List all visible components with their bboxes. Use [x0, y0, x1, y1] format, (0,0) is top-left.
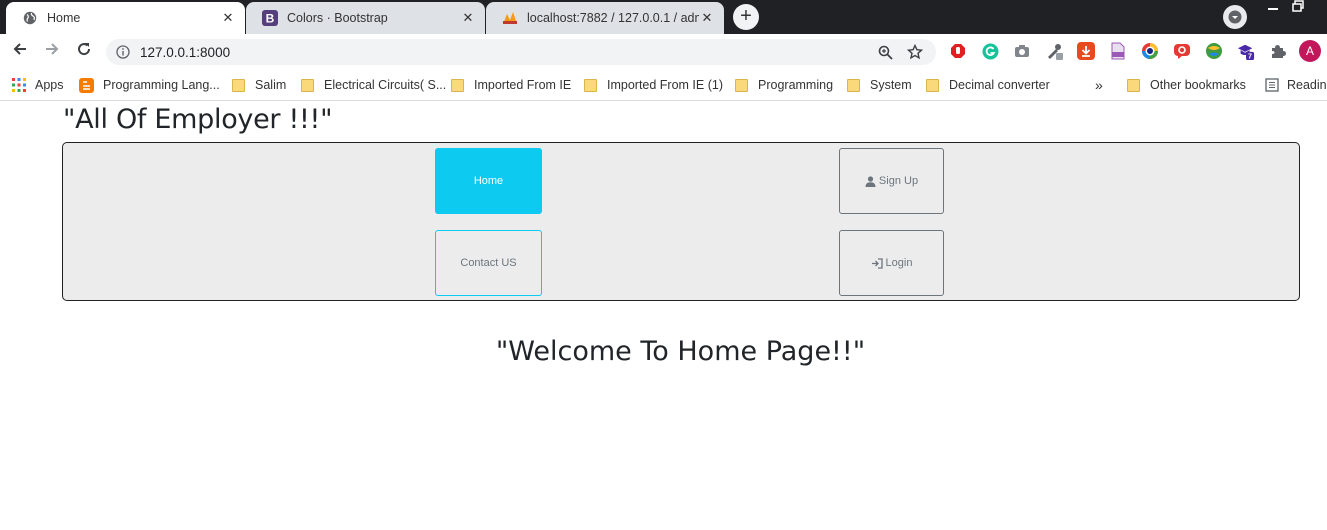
grammarly-icon[interactable]: [981, 42, 999, 60]
apps-grid-icon: [12, 78, 26, 92]
sign-up-button-label: Sign Up: [878, 175, 919, 187]
folder-icon: [232, 78, 245, 92]
close-icon[interactable]: ✕: [220, 10, 236, 26]
profile-avatar[interactable]: A: [1299, 40, 1321, 62]
close-icon[interactable]: ✕: [460, 10, 476, 26]
bookmark-programming-lang[interactable]: Programming Lang...: [79, 77, 220, 93]
url-text[interactable]: 127.0.0.1:8000: [140, 45, 876, 60]
svg-text:B: B: [266, 12, 275, 26]
folder-icon: [847, 78, 860, 92]
color-picker-icon[interactable]: [1141, 42, 1159, 60]
bookmark-label: Imported From IE: [474, 78, 572, 92]
page-title: "All Of Employer !!!": [63, 104, 333, 135]
tab-bootstrap[interactable]: B Colors · Bootstrap ✕: [246, 2, 485, 34]
bookmarks-bar: Apps Programming Lang... Salim Electrica…: [0, 70, 1327, 101]
welcome-heading: "Welcome To Home Page!!": [495, 336, 866, 367]
home-button-label: Home: [473, 175, 504, 187]
arrow-right-icon: [46, 43, 59, 55]
extension-badge: 7: [1248, 52, 1252, 61]
navigation-panel: Home Contact US Sign Up Login: [62, 142, 1300, 301]
blogger-icon: [79, 77, 94, 93]
back-button[interactable]: [8, 40, 32, 64]
download-icon[interactable]: [1077, 42, 1095, 60]
reading-list-button[interactable]: Reading: [1265, 77, 1327, 93]
bookmark-label: Decimal converter: [949, 78, 1050, 92]
star-icon[interactable]: [906, 43, 924, 61]
puzzle-icon[interactable]: [1269, 42, 1287, 60]
bookmark-imported-ie[interactable]: Imported From IE: [451, 77, 571, 93]
address-bar[interactable]: 127.0.0.1:8000: [106, 39, 936, 65]
bookmark-label: Imported From IE (1): [607, 78, 723, 92]
folder-icon: [584, 78, 597, 92]
reload-icon: [78, 43, 91, 56]
globe-extension-icon[interactable]: [1205, 42, 1223, 60]
folder-icon: [451, 78, 464, 92]
login-button-label: Login: [885, 257, 913, 269]
restore-icon: [1292, 0, 1304, 12]
minimize-button[interactable]: [1260, 0, 1286, 18]
eyedropper-icon[interactable]: [1045, 42, 1063, 60]
log-in-icon: [871, 257, 883, 269]
contact-us-button[interactable]: Contact US: [435, 230, 542, 296]
tab-title: Colors · Bootstrap: [287, 11, 388, 25]
bookmark-label: Programming: [758, 78, 834, 92]
bookmark-label: Reading: [1287, 78, 1327, 92]
bookmark-decimal-converter[interactable]: Decimal converter: [926, 77, 1050, 93]
minimize-icon: [1268, 8, 1278, 10]
folder-icon: [1127, 78, 1140, 92]
bookmark-label: System: [870, 78, 912, 92]
home-button[interactable]: Home: [435, 148, 542, 214]
folder-icon: [735, 78, 748, 92]
tab-search-button[interactable]: [1223, 5, 1247, 29]
bookmark-label: Programming Lang...: [103, 78, 220, 92]
new-tab-button[interactable]: +: [733, 4, 759, 30]
maximize-button[interactable]: [1285, 0, 1311, 18]
bookmark-label: Electrical Circuits( S...: [324, 78, 447, 92]
bootstrap-icon: B: [262, 10, 278, 26]
graduation-icon[interactable]: 7: [1237, 42, 1255, 61]
browser-tab-strip: Home ✕ B Colors · Bootstrap ✕ localhost:…: [0, 0, 1327, 34]
tab-phpmyadmin[interactable]: localhost:7882 / 127.0.0.1 / admi ✕: [486, 2, 724, 34]
chevron-down-icon: [1228, 10, 1242, 24]
reading-list-icon: [1265, 78, 1279, 92]
sign-up-button[interactable]: Sign Up: [839, 148, 944, 214]
browser-toolbar: 127.0.0.1:8000 7 A: [0, 34, 1327, 70]
chat-icon[interactable]: [1173, 42, 1191, 60]
bookmark-label: Salim: [255, 78, 287, 92]
bookmarks-overflow-button[interactable]: »: [1095, 77, 1103, 93]
bookmark-apps[interactable]: Apps: [12, 77, 64, 93]
close-icon[interactable]: ✕: [699, 10, 715, 26]
bookmark-imported-ie-1[interactable]: Imported From IE (1): [584, 77, 723, 93]
forward-button[interactable]: [40, 40, 64, 64]
tab-title: Home: [47, 11, 81, 25]
folder-icon: [926, 78, 939, 92]
folder-icon: [301, 78, 314, 92]
bookmark-other[interactable]: Other bookmarks: [1127, 77, 1246, 93]
login-button[interactable]: Login: [839, 230, 944, 296]
bookmark-electrical-circuits[interactable]: Electrical Circuits( S...: [301, 77, 446, 93]
zoom-icon[interactable]: [876, 43, 894, 61]
phpmyadmin-icon: [502, 10, 518, 26]
pdf-icon[interactable]: [1109, 42, 1127, 60]
user-icon: [865, 175, 876, 187]
tab-title: localhost:7882 / 127.0.0.1 / admi: [527, 11, 699, 25]
screenshot-icon[interactable]: [1013, 42, 1031, 60]
contact-us-button-label: Contact US: [460, 257, 517, 269]
reload-button[interactable]: [72, 40, 96, 64]
bookmark-salim[interactable]: Salim: [232, 77, 286, 93]
tab-home[interactable]: Home ✕: [6, 2, 245, 34]
info-icon[interactable]: [116, 45, 130, 59]
adblock-icon[interactable]: [949, 42, 967, 60]
globe-icon: [22, 10, 38, 26]
bookmark-label: Apps: [35, 78, 64, 92]
bookmark-label: Other bookmarks: [1150, 78, 1246, 92]
bookmark-programming[interactable]: Programming: [735, 77, 833, 93]
arrow-left-icon: [13, 43, 26, 55]
bookmark-system[interactable]: System: [847, 77, 912, 93]
